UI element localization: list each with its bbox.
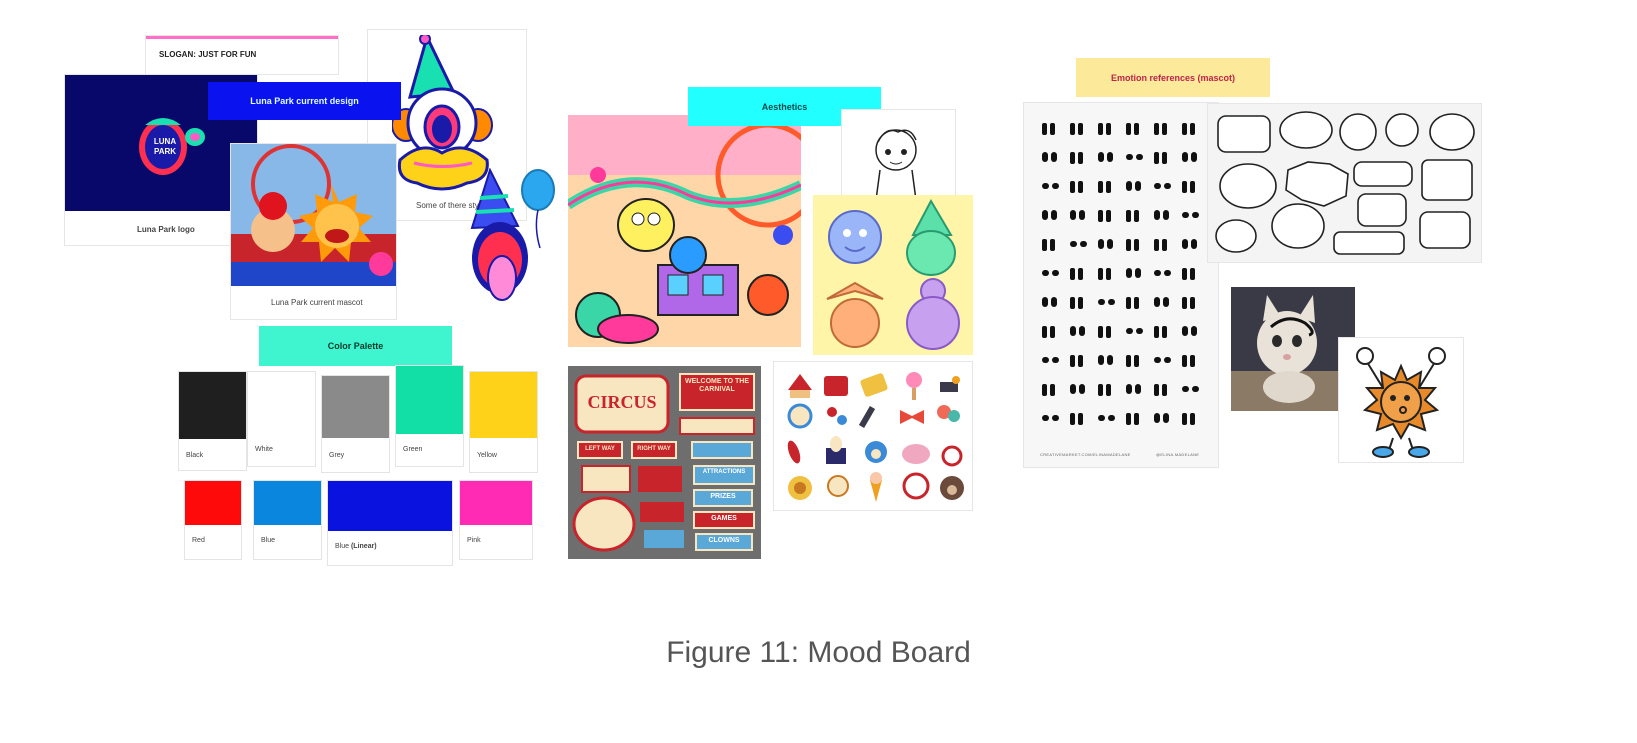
- swatch-black-label: Black: [186, 452, 204, 459]
- swatch-red: Red: [185, 481, 241, 559]
- sun-mascot: [1356, 347, 1446, 458]
- swatch-yellow: Yellow: [470, 372, 537, 472]
- swatch-blue-label: Blue: [261, 537, 276, 544]
- sign-attractions: ATTRACTIONS: [702, 469, 746, 475]
- sign-clowns: CLOWNS: [708, 537, 740, 544]
- icon-row-3: [787, 436, 963, 467]
- mascot-caption: Luna Park current mascot: [271, 298, 363, 307]
- swatch-pink-color: [460, 481, 532, 525]
- sign-welcome: WELCOME TO THE CARNIVAL: [684, 378, 750, 393]
- speech-bubbles: [1215, 111, 1475, 255]
- mascot-photo: [231, 144, 396, 286]
- swatch-white: White: [248, 372, 315, 466]
- carnival-illustration: [568, 115, 801, 347]
- slogan-card: SLOGAN: JUST FOR FUN: [146, 36, 338, 74]
- swatch-blue-linear: Blue (Linear): [328, 481, 452, 565]
- swatch-white-color: [248, 372, 315, 434]
- emotion-faces-card: CREATIVEMARKET.COM/ELINAMADELANE @ELINA.…: [1024, 103, 1218, 467]
- slogan-text: SLOGAN: JUST FOR FUN: [159, 50, 257, 59]
- emotion-credit-left: CREATIVEMARKET.COM/ELINAMADELANE: [1040, 452, 1131, 457]
- emotion-credit-right: @ELINA.MADELANE: [1156, 452, 1200, 457]
- swatch-blue-color: [254, 481, 321, 525]
- swatch-blue-linear-name: Blue: [335, 543, 350, 550]
- swatch-pink-label: Pink: [467, 537, 481, 544]
- face-row: [1042, 123, 1195, 135]
- sticky-emotions: Emotion references (mascot): [1076, 58, 1270, 97]
- figure-caption: Figure 11: Mood Board: [666, 636, 971, 669]
- swatch-yellow-label: Yellow: [477, 452, 497, 459]
- swatch-green-color: [396, 366, 463, 434]
- swatch-blue-linear-suffix: (Linear): [350, 543, 377, 550]
- sticky-palette: Color Palette: [259, 326, 452, 366]
- mascot-card: Luna Park current mascot: [231, 144, 396, 319]
- party-mouth-illustration: [470, 168, 555, 301]
- sign-games: GAMES: [711, 515, 737, 522]
- swatch-blue-linear-label: Blue (Linear): [335, 543, 377, 550]
- sign-circus: CIRCUS: [587, 392, 657, 412]
- sun-mascot-card: [1339, 338, 1463, 462]
- swatch-red-label: Red: [192, 537, 205, 544]
- circus-signs-board: CIRCUS WELCOME TO THE CARNIVAL LEFT WAY …: [568, 366, 761, 559]
- swatch-red-color: [185, 481, 241, 525]
- slogan-accent-bar: [146, 36, 338, 39]
- emotion-faces-grid: [1042, 123, 1199, 425]
- swatch-green-label: Green: [403, 446, 423, 453]
- swatch-black: Black: [179, 372, 246, 470]
- cat-photo: [1231, 287, 1355, 411]
- clown-figures-illustration: [813, 195, 973, 355]
- swatch-white-label: White: [255, 446, 273, 453]
- circus-icons-grid: [787, 372, 964, 502]
- swatch-pink: Pink: [460, 481, 532, 559]
- sketch-card: [842, 110, 955, 200]
- icon-row-2: [787, 403, 960, 429]
- swatch-yellow-color: [470, 372, 537, 438]
- swatch-green: Green: [396, 366, 463, 466]
- icon-row-4: [788, 472, 964, 502]
- swatch-black-color: [179, 372, 246, 439]
- swatch-blue-linear-color: [328, 481, 452, 531]
- swatch-blue: Blue: [254, 481, 321, 559]
- sign-right-way: RIGHT WAY: [637, 446, 671, 452]
- logo-text: LUNA PARK: [153, 137, 177, 156]
- swatch-grey: Grey: [322, 376, 389, 472]
- circus-icons-card: [774, 362, 972, 510]
- sign-left-way: LEFT WAY: [585, 446, 615, 452]
- icon-row-1: [788, 372, 960, 400]
- sign-prizes: PRIZES: [710, 493, 736, 500]
- swatch-grey-color: [322, 376, 389, 438]
- swatch-grey-label: Grey: [329, 452, 345, 459]
- speech-bubbles-card: [1208, 104, 1481, 262]
- logo-caption: Luna Park logo: [137, 225, 195, 234]
- sketch-character: [875, 129, 917, 200]
- sticky-current-design: Luna Park current design: [208, 82, 401, 120]
